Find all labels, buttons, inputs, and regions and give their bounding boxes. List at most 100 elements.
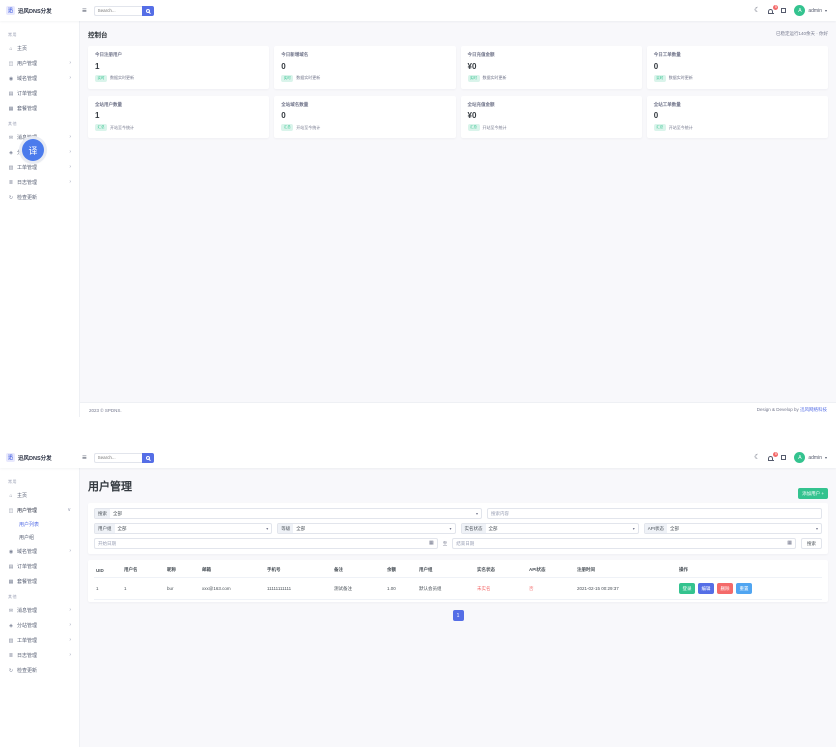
stat-value: 0 [654,111,821,120]
chevron-down-icon: ▾ [825,455,827,460]
fullscreen-icon[interactable] [781,455,786,460]
search-button[interactable] [142,6,154,16]
col-username: 用户名 [122,563,165,578]
sidebar-item-domains[interactable]: ◉ 域名管理 › [0,71,79,86]
date-end-field[interactable] [456,541,787,546]
stat-value: ¥0 [468,62,635,71]
search-button[interactable] [142,453,154,463]
search-input[interactable] [94,453,142,463]
users-table: UID 用户名 昵称 邮箱 手机号 备注 余额 用户组 实名状态 API状态 注… [94,563,822,600]
menu-toggle-icon[interactable]: ≡ [82,454,87,462]
cell-register-time: 2021-02-15 00:29:37 [575,578,677,600]
cell-nickname: bur [165,578,200,600]
reset-user-button[interactable]: 重置 [736,583,752,594]
dark-mode-icon[interactable]: ☾ [754,7,760,14]
sidebar-item-update[interactable]: ↻ 检查更新 [0,663,79,678]
notifications-button[interactable]: 5 [768,9,773,13]
filter-level-select[interactable]: 等级 全部 ▾ [277,523,455,534]
brand[interactable]: 迅 迅风DNS分发 [0,453,80,462]
menu-toggle-icon[interactable]: ≡ [82,7,87,15]
stat-label: 全站工单数量 [654,102,821,108]
translate-float-button[interactable]: 译 [22,139,44,161]
stat-card-today-recharge: 今日充值金额 ¥0 实时数据实时更新 [461,46,642,89]
sidebar-item-orders[interactable]: ▤ 订单管理 [0,86,79,101]
col-phone: 手机号 [265,563,332,578]
users-icon: ◫ [8,61,14,67]
edit-user-button[interactable]: 编辑 [698,583,714,594]
login-as-user-button[interactable]: 登录 [679,583,695,594]
sidebar-item-home[interactable]: ⌂ 主页 [0,41,79,56]
stat-note: 数据实时更新 [483,75,507,81]
sidebar-item-tickets[interactable]: ▥ 工单管理 › [0,633,79,648]
sidebar-item-label: 日志管理 [17,652,37,659]
status-badge: 汇总 [468,124,480,131]
delete-user-button[interactable]: 删除 [717,583,733,594]
search-icon [146,456,150,460]
sidebar-item-label: 用户管理 [17,507,37,514]
sidebar-item-domains[interactable]: ◉ 域名管理 › [0,544,79,559]
user-menu[interactable]: A admin ▾ [794,5,827,16]
update-icon: ↻ [8,195,14,201]
filter-search-button[interactable]: 搜索 [801,538,822,549]
chevron-right-icon: › [69,608,71,613]
sidebar-item-orders[interactable]: ▤ 订单管理 [0,559,79,574]
col-remark: 备注 [332,563,385,578]
fullscreen-icon[interactable] [781,8,786,13]
sidebar-subitem-user-list[interactable]: 用户列表 [0,518,79,531]
sidebar-item-sites[interactable]: ◈ 分站管理 › [0,618,79,633]
sidebar-item-home[interactable]: ⌂ 主页 [0,488,79,503]
sidebar-subitem-user-groups[interactable]: 用户组 [0,531,79,544]
sidebar-item-logs[interactable]: ≣ 日志管理 › [0,175,79,190]
keyword-input[interactable] [487,508,822,519]
sidebar-item-label: 订单管理 [17,563,37,570]
user-name: admin [808,455,822,461]
search-input[interactable] [94,6,142,16]
status-badge: 汇总 [654,124,666,131]
page-number-current[interactable]: 1 [453,610,464,621]
sidebar-item-users[interactable]: ◫ 用户管理 › [0,56,79,71]
brand[interactable]: 迅 迅风DNS分发 [0,6,80,15]
search-icon [146,9,150,13]
page-title: 用户管理 [88,481,132,493]
filter-value: 全部 [110,509,476,518]
sidebar-item-label: 检查更新 [17,194,37,201]
chevron-down-icon: ▾ [633,524,638,533]
cell-phone: 11111111111 [265,578,332,600]
add-user-button[interactable]: 添加用户 + [798,488,828,499]
filter-user-group-select[interactable]: 用户组 全部 ▾ [94,523,272,534]
date-end-input[interactable]: ▦ [452,538,796,549]
filter-realname-select[interactable]: 实名状态 全部 ▾ [461,523,639,534]
chevron-down-icon: ▾ [449,524,454,533]
date-start-input[interactable]: ▦ [94,538,438,549]
user-menu[interactable]: A admin ▾ [794,452,827,463]
filter-label: 实名状态 [462,524,486,533]
sidebar-item-update[interactable]: ↻ 检查更新 [0,190,79,205]
sidebar-item-label: 主页 [17,45,27,52]
notifications-button[interactable]: 5 [768,456,773,460]
dark-mode-icon[interactable]: ☾ [754,454,760,461]
sidebar-item-tickets[interactable]: ▥ 工单管理 › [0,160,79,175]
sidebar-item-label: 域名管理 [17,75,37,82]
sidebar-item-logs[interactable]: ≣ 日志管理 › [0,648,79,663]
sidebar-item-packages[interactable]: ▦ 套餐管理 [0,574,79,589]
brand-logo-icon: 迅 [6,6,15,15]
date-start-field[interactable] [98,541,429,546]
cell-username: 1 [122,578,165,600]
filter-search-field-select[interactable]: 搜索 全部 ▾ [94,508,482,519]
sidebar-item-users[interactable]: ◫ 用户管理 ∨ [0,503,79,518]
stat-note: 开站至今统计 [110,125,134,131]
filter-api-select[interactable]: API状态 全部 ▾ [644,523,822,534]
tickets-icon: ▥ [8,638,14,644]
sidebar-item-messages[interactable]: ✉ 消息管理 › [0,603,79,618]
col-realname: 实名状态 [475,563,527,578]
stat-label: 全站域名数量 [281,102,448,108]
stat-note: 开站至今统计 [296,125,320,131]
footer-credit-link[interactable]: 迅风网络科技 [800,407,827,412]
sidebar-item-packages[interactable]: ▦ 套餐管理 [0,101,79,116]
stat-value: 0 [281,111,448,120]
stat-label: 今日注册用户 [95,52,262,58]
status-badge: 实时 [281,75,293,82]
stat-label: 全站用户数量 [95,102,262,108]
stat-cards-row-today: 今日注册用户 1 实时数据实时更新 今日新增域名 0 实时数据实时更新 今日充值… [80,46,836,89]
stat-label: 全站充值金额 [468,102,635,108]
